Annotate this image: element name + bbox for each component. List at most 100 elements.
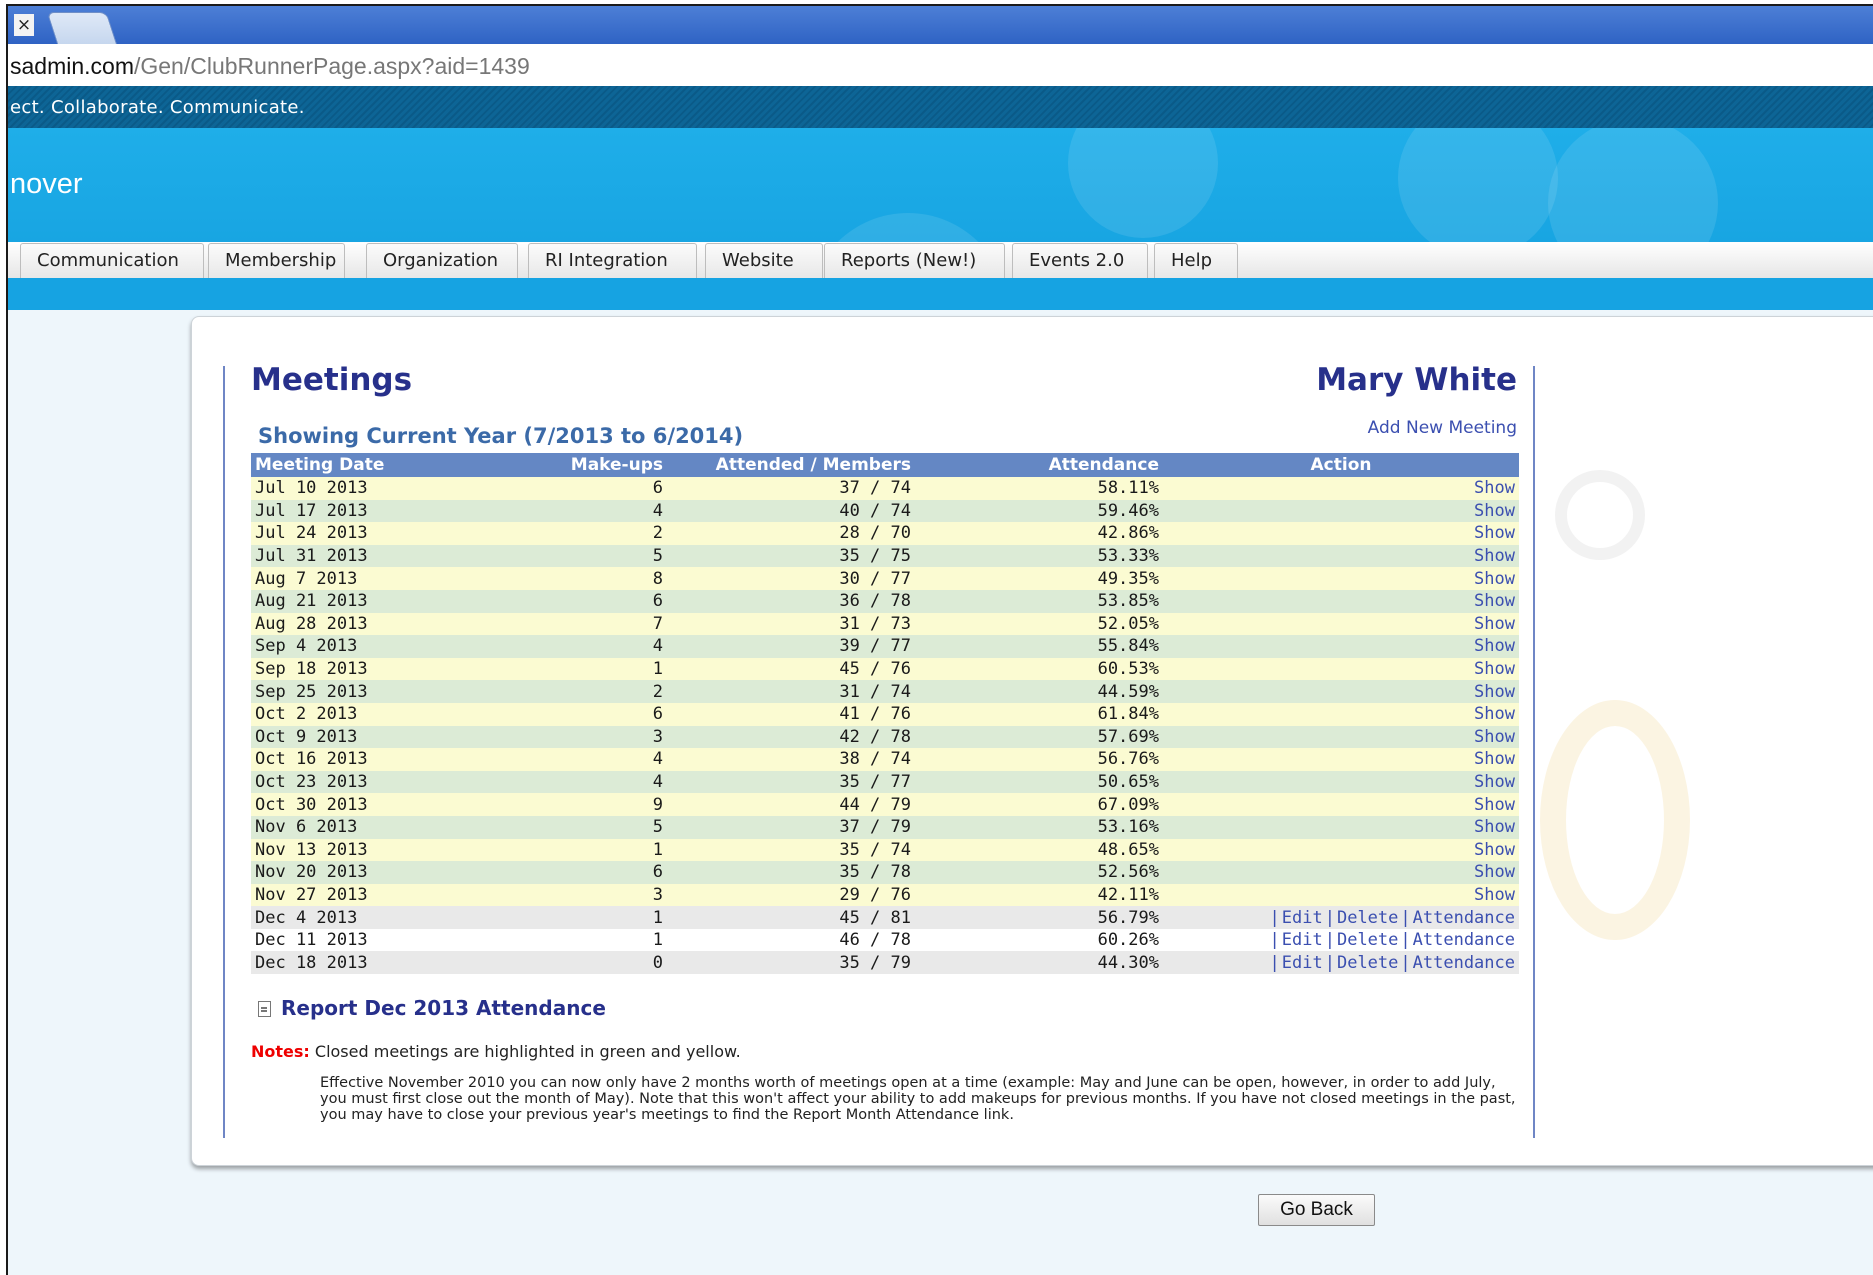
show-link[interactable]: Show: [1474, 840, 1515, 860]
table-row: Nov 27 2013 3 29 / 76 42.11% Show: [251, 883, 1519, 907]
meeting-date: Oct 9 2013: [251, 725, 459, 749]
table-row: Sep 18 2013 1 45 / 76 60.53% Show: [251, 657, 1519, 681]
table-row: Aug 7 2013 8 30 / 77 49.35% Show: [251, 567, 1519, 590]
table-header-row: Meeting Date Make-ups Attended / Members…: [251, 453, 1519, 477]
show-link[interactable]: Show: [1474, 885, 1515, 905]
show-link[interactable]: Show: [1474, 682, 1515, 702]
show-link[interactable]: Show: [1474, 478, 1515, 498]
makeups: 1: [459, 906, 667, 929]
action-separator: |: [1400, 930, 1411, 951]
meeting-date: Oct 16 2013: [251, 748, 459, 771]
meeting-date: Dec 11 2013: [251, 928, 459, 952]
edit-link[interactable]: Edit: [1282, 930, 1323, 950]
table-row: Jul 24 2013 2 28 / 70 42.86% Show: [251, 522, 1519, 545]
show-link[interactable]: Show: [1474, 795, 1515, 815]
meeting-date: Oct 2 2013: [251, 702, 459, 726]
row-actions: | Edit | Delete | Attendance: [1163, 928, 1519, 952]
show-link[interactable]: Show: [1474, 546, 1515, 566]
nav-ri-integration[interactable]: RI Integration: [528, 243, 697, 278]
edit-link[interactable]: Edit: [1282, 953, 1323, 973]
attendance-link[interactable]: Attendance: [1413, 953, 1515, 973]
nav-website[interactable]: Website: [705, 243, 823, 278]
show-link[interactable]: Show: [1474, 772, 1515, 792]
row-actions: Show: [1163, 567, 1519, 590]
edit-link[interactable]: Edit: [1282, 908, 1323, 928]
show-link[interactable]: Show: [1474, 817, 1515, 837]
url-text[interactable]: sadmin.com/Gen/ClubRunnerPage.aspx?aid=1…: [10, 53, 530, 80]
meeting-date: Jul 31 2013: [251, 544, 459, 568]
table-row: Sep 25 2013 2 31 / 74 44.59% Show: [251, 680, 1519, 703]
makeups: 3: [459, 883, 667, 907]
row-actions: Show: [1163, 544, 1519, 568]
add-new-meeting-link[interactable]: Add New Meeting: [1368, 418, 1517, 438]
row-actions: Show: [1163, 612, 1519, 636]
attended-members: 45 / 81: [667, 906, 915, 929]
nav-help[interactable]: Help: [1154, 243, 1238, 278]
new-tab-button[interactable]: [46, 12, 118, 45]
table-row: Aug 21 2013 6 36 / 78 53.85% Show: [251, 589, 1519, 613]
col-makeups: Make-ups: [459, 453, 667, 477]
attendance-link[interactable]: Attendance: [1413, 930, 1515, 950]
address-bar[interactable]: sadmin.com/Gen/ClubRunnerPage.aspx?aid=1…: [8, 44, 1873, 87]
table-row: Oct 30 2013 9 44 / 79 67.09% Show: [251, 793, 1519, 816]
show-link[interactable]: Show: [1474, 704, 1515, 724]
meeting-date: Nov 13 2013: [251, 838, 459, 862]
delete-link[interactable]: Delete: [1337, 908, 1398, 928]
nav-organization[interactable]: Organization: [366, 243, 518, 278]
close-tab-icon[interactable]: ×: [14, 14, 34, 36]
show-link[interactable]: Show: [1474, 749, 1515, 769]
show-link[interactable]: Show: [1474, 523, 1515, 543]
main-nav: Communication Membership Organization RI…: [8, 242, 1873, 278]
delete-link[interactable]: Delete: [1337, 930, 1398, 950]
tagline-text: ect. Collaborate. Communicate.: [10, 97, 305, 118]
table-row: Sep 4 2013 4 39 / 77 55.84% Show: [251, 635, 1519, 658]
row-actions: Show: [1163, 838, 1519, 862]
show-link[interactable]: Show: [1474, 659, 1515, 679]
show-link[interactable]: Show: [1474, 591, 1515, 611]
nav-underline: [8, 278, 1873, 310]
meeting-date: Aug 21 2013: [251, 589, 459, 613]
page-title: Meetings: [251, 362, 413, 398]
show-link[interactable]: Show: [1474, 501, 1515, 521]
show-link[interactable]: Show: [1474, 727, 1515, 747]
nav-communication[interactable]: Communication: [20, 243, 204, 278]
attended-members: 38 / 74: [667, 748, 915, 771]
go-back-button[interactable]: Go Back: [1258, 1194, 1375, 1226]
table-row: Jul 10 2013 6 37 / 74 58.11% Show: [251, 477, 1519, 500]
attendance-link[interactable]: Attendance: [1413, 908, 1515, 928]
action-separator: |: [1400, 907, 1411, 928]
nav-membership[interactable]: Membership: [208, 243, 345, 278]
attended-members: 28 / 70: [667, 522, 915, 545]
action-separator: |: [1324, 907, 1335, 928]
show-link[interactable]: Show: [1474, 569, 1515, 589]
table-row: Oct 2 2013 6 41 / 76 61.84% Show: [251, 702, 1519, 726]
makeups: 2: [459, 680, 667, 703]
meeting-date: Oct 23 2013: [251, 770, 459, 794]
meeting-date: Oct 30 2013: [251, 793, 459, 816]
row-actions: Show: [1163, 815, 1519, 839]
report-attendance-link[interactable]: Report Dec 2013 Attendance: [258, 996, 606, 1020]
showing-range: Showing Current Year (7/2013 to 6/2014): [258, 424, 744, 448]
makeups: 5: [459, 815, 667, 839]
nav-events[interactable]: Events 2.0: [1012, 243, 1148, 278]
show-link[interactable]: Show: [1474, 636, 1515, 656]
url-host: sadmin.com: [10, 53, 134, 79]
attended-members: 42 / 78: [667, 725, 915, 749]
makeups: 0: [459, 951, 667, 975]
row-actions: Show: [1163, 680, 1519, 703]
attendance-pct: 61.84%: [915, 702, 1163, 726]
show-link[interactable]: Show: [1474, 614, 1515, 634]
attendance-pct: 44.30%: [915, 951, 1163, 975]
delete-link[interactable]: Delete: [1337, 953, 1398, 973]
action-separator: |: [1269, 952, 1280, 973]
row-actions: Show: [1163, 589, 1519, 613]
row-actions: Show: [1163, 883, 1519, 907]
meeting-date: Jul 10 2013: [251, 477, 459, 500]
makeups: 8: [459, 567, 667, 590]
nav-reports[interactable]: Reports (New!): [824, 243, 1005, 278]
report-link-label: Report Dec 2013 Attendance: [281, 996, 606, 1020]
meeting-date: Jul 24 2013: [251, 522, 459, 545]
show-link[interactable]: Show: [1474, 862, 1515, 882]
attended-members: 41 / 76: [667, 702, 915, 726]
attended-members: 40 / 74: [667, 499, 915, 523]
